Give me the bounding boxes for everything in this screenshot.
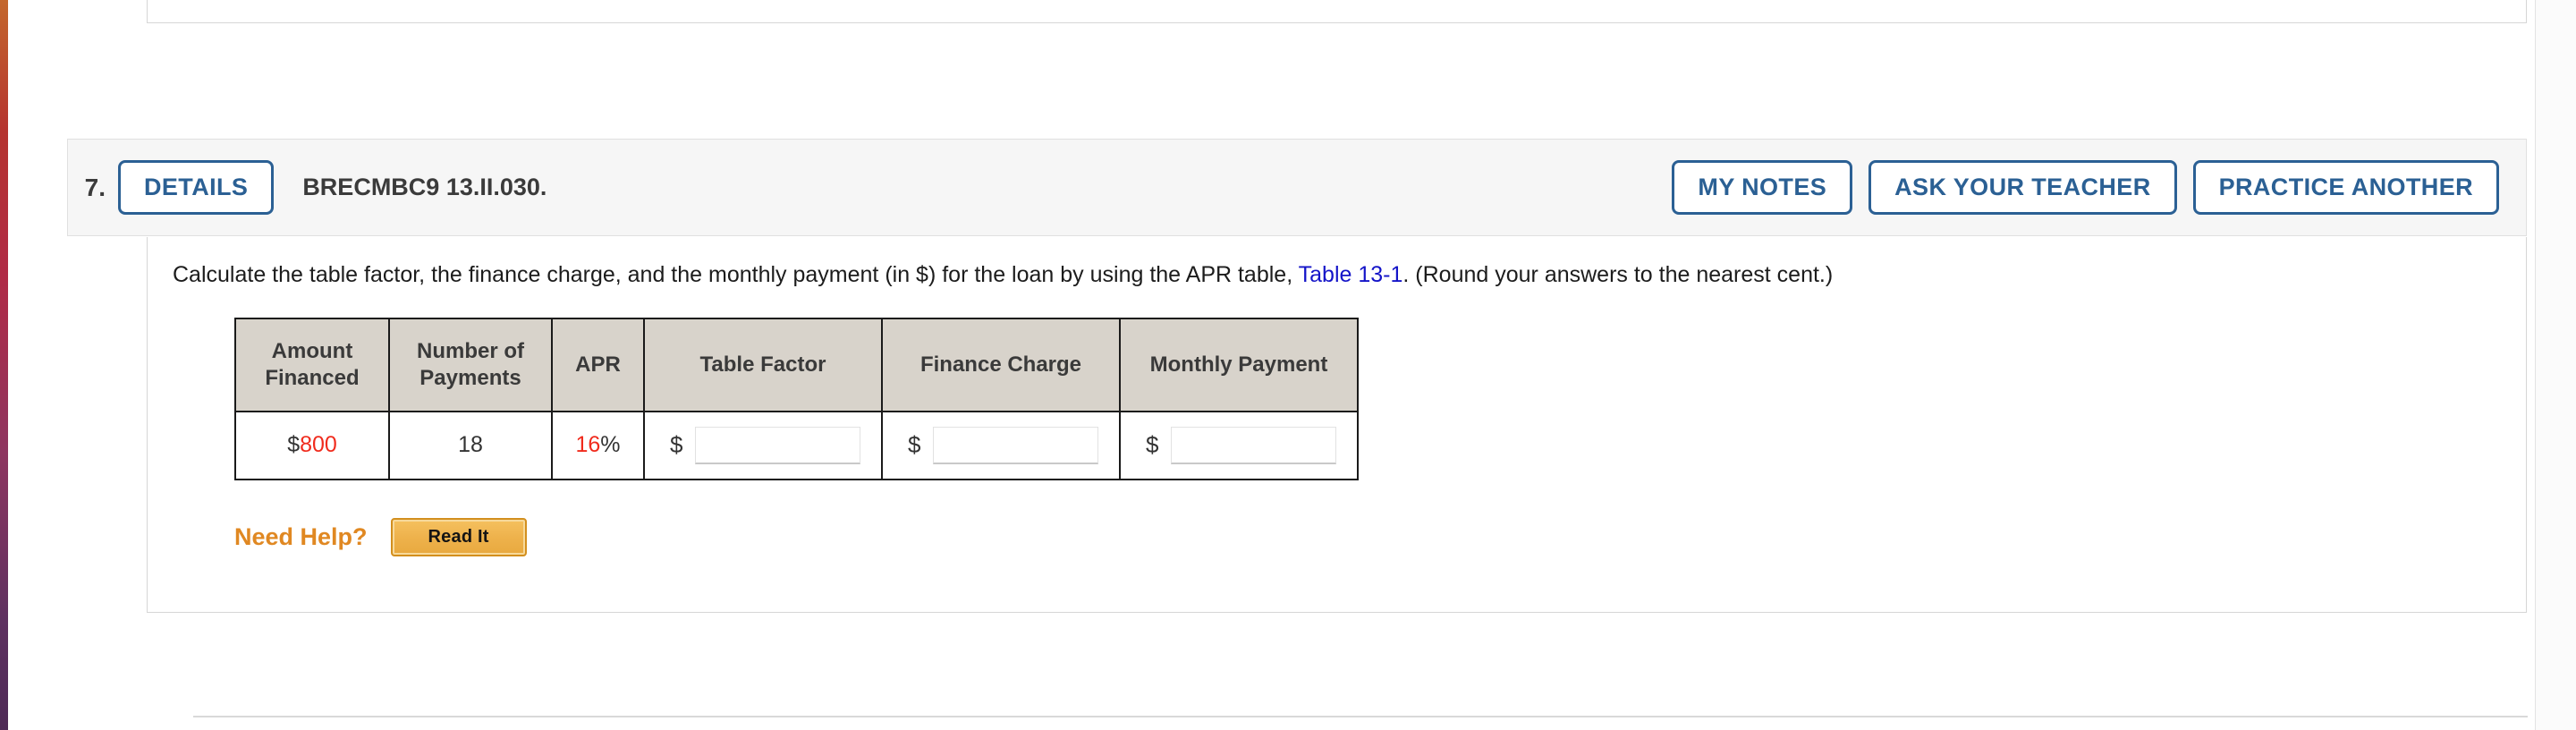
apr-loan-table: Amount Financed Number of Payments APR T… <box>234 317 1359 480</box>
ask-your-teacher-button[interactable]: ASK YOUR TEACHER <box>1868 160 2177 215</box>
header-monthly-payment: Monthly Payment <box>1119 317 1359 412</box>
details-button[interactable]: DETAILS <box>118 160 275 215</box>
question-code: BRECMBC9 13.II.030. <box>302 174 547 200</box>
header-monthly-payment-label: Monthly Payment <box>1149 352 1328 377</box>
table-header-row: Amount Financed Number of Payments APR T… <box>234 317 1359 412</box>
question-header: 7. DETAILS BRECMBC9 13.II.030. MY NOTES … <box>67 139 2527 236</box>
header-amount-financed-line1: Amount Financed <box>265 339 360 390</box>
header-number-of-payments: Number of Payments <box>388 317 553 412</box>
question-number: 7. <box>84 173 106 201</box>
question-prompt: Calculate the table factor, the finance … <box>148 237 2526 291</box>
amount-financed-currency-symbol: $ <box>287 432 301 458</box>
left-accent-rail <box>0 0 8 730</box>
bottom-divider <box>193 716 2528 717</box>
monthly-payment-currency-symbol: $ <box>1146 431 1159 459</box>
cell-monthly-payment: $ <box>1119 410 1359 480</box>
my-notes-button[interactable]: MY NOTES <box>1672 160 1853 215</box>
number-of-payments-value: 18 <box>458 432 483 458</box>
cell-amount-financed: $800 <box>234 410 390 480</box>
question-header-actions: MY NOTES ASK YOUR TEACHER PRACTICE ANOTH… <box>1672 160 2499 215</box>
read-it-button-label: Read It <box>428 526 489 547</box>
header-number-of-payments-line1: Number of Payments <box>417 339 524 390</box>
question-7-block: 7. DETAILS BRECMBC9 13.II.030. MY NOTES … <box>67 139 2527 613</box>
header-finance-charge: Finance Charge <box>881 317 1121 412</box>
table-factor-entry: $ <box>654 426 872 464</box>
read-it-button[interactable]: Read It <box>390 517 527 556</box>
monthly-payment-input[interactable] <box>1171 426 1337 464</box>
previous-question-card-partial <box>147 0 2527 23</box>
monthly-payment-entry: $ <box>1130 426 1348 464</box>
practice-another-button[interactable]: PRACTICE ANOTHER <box>2192 160 2499 215</box>
header-table-factor-label: Table Factor <box>699 352 826 377</box>
cell-apr: 16% <box>551 410 645 480</box>
header-finance-charge-label: Finance Charge <box>919 352 1082 377</box>
table-13-1-link[interactable]: Table 13-1 <box>1299 262 1403 287</box>
finance-charge-input[interactable] <box>933 426 1099 464</box>
finance-charge-currency-symbol: $ <box>908 431 921 459</box>
question-body: Calculate the table factor, the finance … <box>147 237 2527 613</box>
table-factor-input[interactable] <box>695 426 861 464</box>
table-factor-currency-symbol: $ <box>670 431 683 459</box>
prompt-text-after-link: . (Round your answers to the nearest cen… <box>1402 262 1834 287</box>
header-table-factor: Table Factor <box>643 317 883 412</box>
page-column: 7. DETAILS BRECMBC9 13.II.030. MY NOTES … <box>8 0 2535 730</box>
header-apr: APR <box>551 317 645 412</box>
header-apr-label: APR <box>575 352 621 377</box>
apr-percent-symbol: % <box>600 432 621 458</box>
prompt-text-before-link: Calculate the table factor, the finance … <box>173 262 1299 287</box>
cell-finance-charge: $ <box>881 410 1121 480</box>
apr-value: 16 <box>575 432 601 458</box>
finance-charge-entry: $ <box>892 426 1110 464</box>
cell-number-of-payments: 18 <box>388 410 553 480</box>
amount-financed-value: 800 <box>300 432 337 458</box>
need-help-row: Need Help? Read It <box>234 517 2526 556</box>
header-amount-financed: Amount Financed <box>234 317 390 412</box>
cell-table-factor: $ <box>643 410 883 480</box>
right-scroll-gutter[interactable] <box>2535 0 2576 730</box>
need-help-label: Need Help? <box>234 522 368 550</box>
table-row: $800 18 16% $ $ $ <box>234 410 1359 480</box>
